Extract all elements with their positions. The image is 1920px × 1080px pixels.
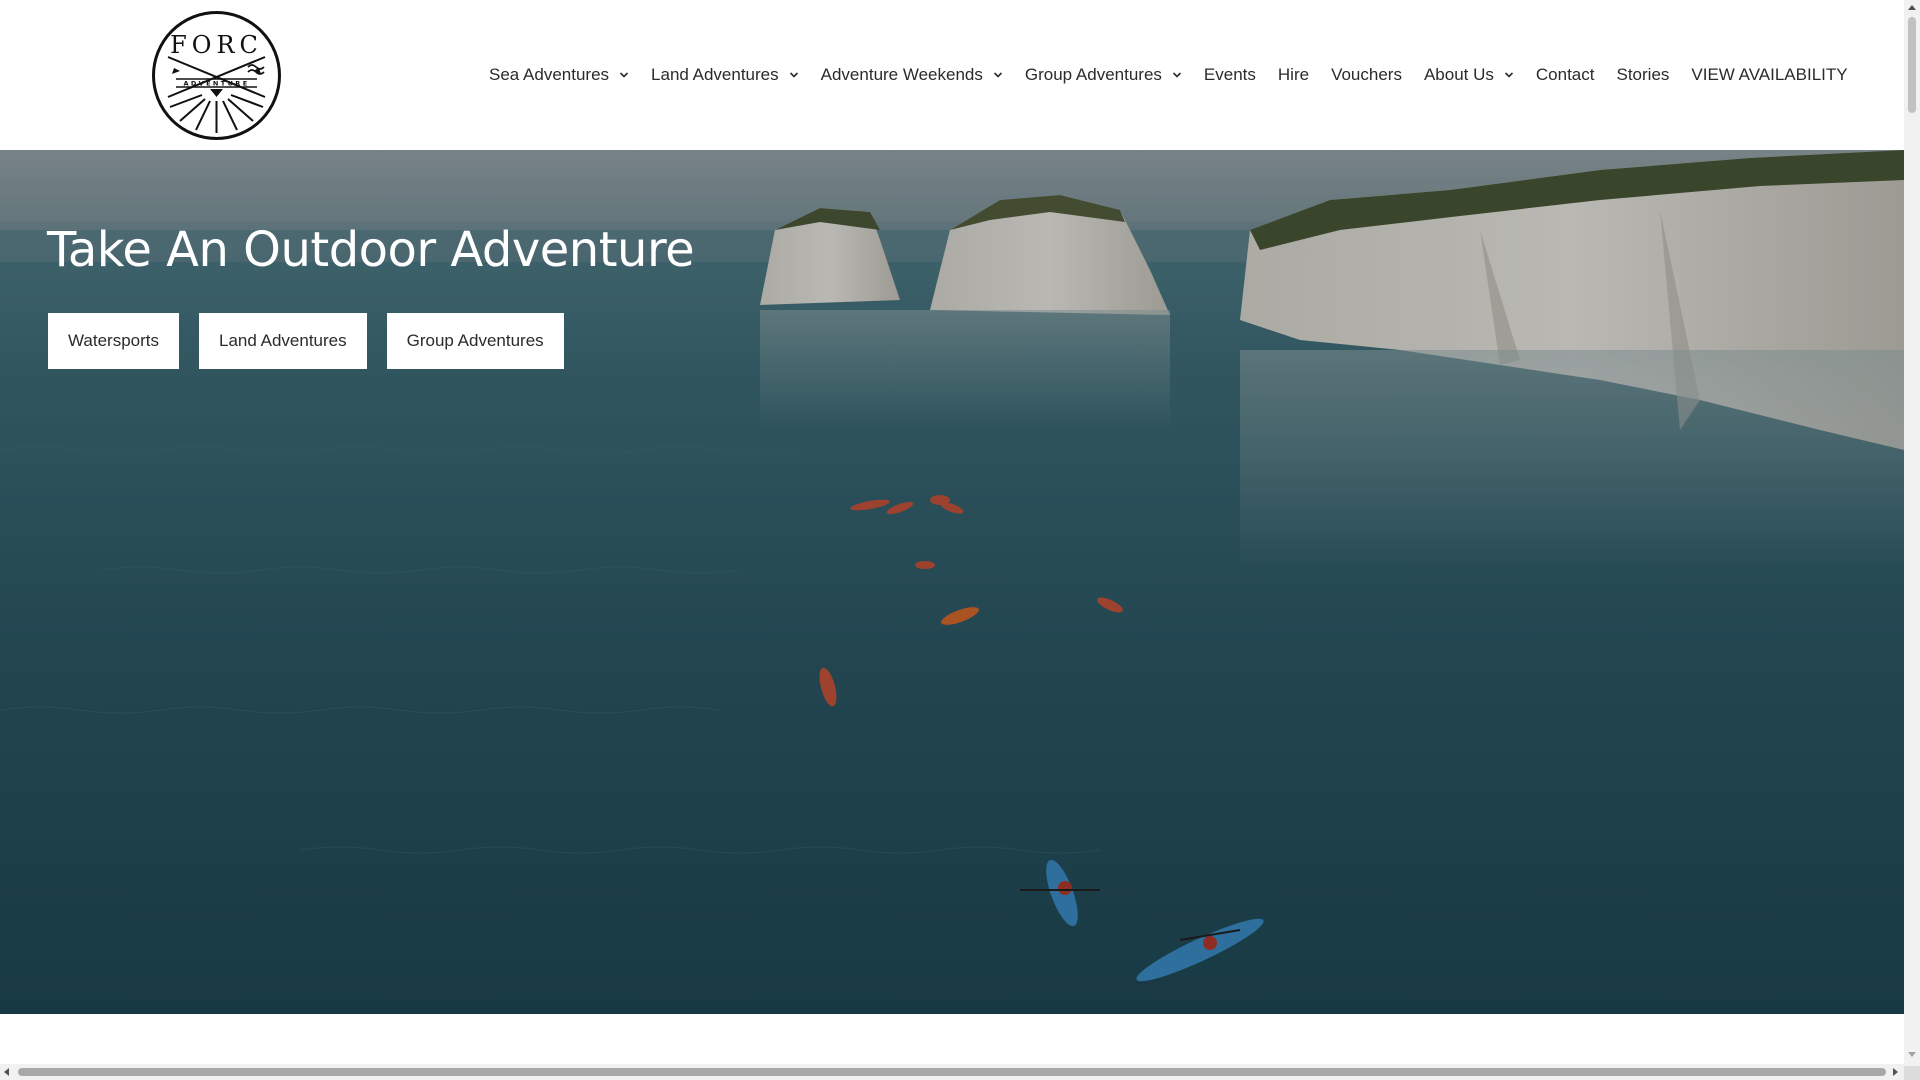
nav-item-label: Group Adventures	[1024, 65, 1162, 84]
horizontal-scrollbar[interactable]	[0, 1064, 1904, 1080]
logo-emblem-icon: FORC ADVENTURE	[152, 11, 281, 140]
scrollbar-corner	[1904, 1066, 1920, 1080]
group-adventures-button[interactable]: Group Adventures	[386, 313, 564, 369]
nav-item-stories[interactable]: Stories	[1616, 65, 1669, 85]
nav-item-label: Land Adventures	[651, 65, 779, 84]
nav-item-label: Vouchers	[1331, 65, 1402, 84]
main-nav: Sea Adventures Land Adventures Adventure…	[489, 60, 1848, 90]
scroll-right-arrow-icon[interactable]	[1893, 1068, 1898, 1076]
nav-item-view-availability[interactable]: VIEW AVAILABILITY	[1691, 65, 1847, 85]
nav-item-label: Adventure Weekends	[820, 65, 983, 84]
hero-button-group: Watersports Land Adventures Group Advent…	[48, 313, 584, 369]
nav-item-land-adventures[interactable]: Land Adventures	[651, 65, 799, 85]
scroll-left-arrow-icon[interactable]	[4, 1068, 9, 1076]
chevron-down-icon	[993, 70, 1003, 80]
logo-subtext: ADVENTURE	[183, 80, 249, 88]
chevron-down-icon	[789, 70, 799, 80]
nav-item-adventure-weekends[interactable]: Adventure Weekends	[821, 65, 1003, 85]
nav-item-group-adventures[interactable]: Group Adventures	[1025, 65, 1182, 85]
nav-item-label: Stories	[1616, 65, 1670, 84]
nav-item-label: About Us	[1423, 65, 1494, 84]
nav-item-label: Hire	[1277, 65, 1310, 84]
nav-item-events[interactable]: Events	[1204, 65, 1256, 85]
nav-item-label: Events	[1203, 65, 1256, 84]
hero-overlay	[0, 150, 1904, 1014]
nav-item-label: Contact	[1535, 65, 1595, 84]
chevron-down-icon	[1172, 70, 1182, 80]
nav-item-label: VIEW AVAILABILITY	[1691, 65, 1848, 84]
nav-item-label: Sea Adventures	[489, 65, 610, 84]
site-header: FORC ADVENTURE Sea Adventures Land Adven…	[0, 0, 1904, 150]
nav-item-vouchers[interactable]: Vouchers	[1331, 65, 1402, 85]
scroll-up-arrow-icon[interactable]	[1908, 5, 1916, 10]
vertical-scrollbar-thumb[interactable]	[1908, 17, 1916, 113]
nav-item-hire[interactable]: Hire	[1278, 65, 1309, 85]
land-adventures-button[interactable]: Land Adventures	[199, 313, 367, 369]
chevron-down-icon	[619, 70, 629, 80]
nav-item-sea-adventures[interactable]: Sea Adventures	[489, 65, 629, 85]
hero-section: Take An Outdoor Adventure Watersports La…	[0, 150, 1904, 1014]
forc-adventure-logo[interactable]: FORC ADVENTURE	[150, 9, 283, 142]
scroll-down-arrow-icon[interactable]	[1908, 1052, 1916, 1057]
nav-item-about-us[interactable]: About Us	[1424, 65, 1514, 85]
logo-letters: FORC	[170, 31, 263, 59]
chevron-down-icon	[1504, 70, 1514, 80]
horizontal-scrollbar-thumb[interactable]	[18, 1068, 1886, 1076]
watersports-button[interactable]: Watersports	[48, 313, 180, 369]
hero-title: Take An Outdoor Adventure	[47, 222, 695, 278]
nav-item-contact[interactable]: Contact	[1536, 65, 1595, 85]
vertical-scrollbar[interactable]	[1904, 0, 1920, 1066]
